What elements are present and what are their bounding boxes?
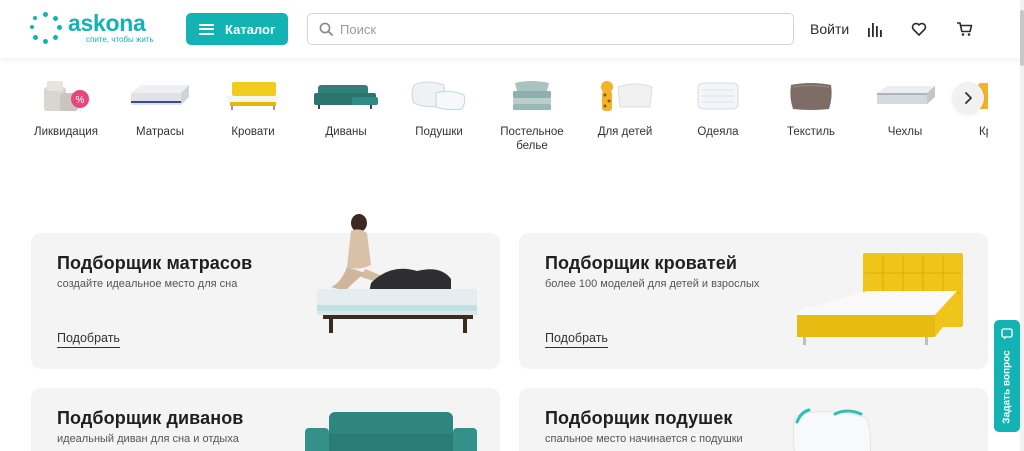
liquidation-icon: % — [44, 81, 89, 111]
category-label: Одеяла — [697, 126, 739, 138]
card-title: Подборщик матрасов — [57, 253, 253, 273]
menu-icon — [199, 23, 214, 35]
yellow-bed-image — [797, 253, 963, 345]
textile-icon — [790, 83, 832, 110]
category-item-textile[interactable]: Текстиль — [766, 76, 856, 139]
login-link[interactable]: Войти — [810, 21, 849, 37]
card-subtitle: спальное место начинается с подушки — [545, 433, 743, 445]
category-label: Подушки — [415, 126, 463, 138]
category-item-pillows[interactable]: Подушки — [394, 76, 484, 139]
sofa-icon — [314, 85, 378, 109]
blanket-icon — [697, 82, 739, 110]
category-label: Кровати — [231, 126, 275, 138]
catalog-button-label: Каталог — [225, 21, 276, 37]
chat-icon — [1001, 328, 1013, 340]
site-header: askona спите, чтобы жить Каталог Войти — [0, 0, 1020, 58]
ask-question-tab[interactable]: Задать вопрос — [994, 320, 1020, 432]
category-item-mattresses[interactable]: Матрасы — [115, 76, 205, 139]
sofa-selector-card[interactable]: Подборщик диванов идеальный диван для сн… — [31, 388, 500, 451]
pillow-icon — [411, 81, 466, 111]
compare-icon[interactable] — [864, 18, 886, 40]
category-label: Для детей — [597, 126, 653, 138]
bedding-icon — [513, 81, 551, 110]
card-title: Подборщик подушек — [545, 408, 733, 428]
category-strip: % Ликвидация Матрасы Кровати Диваны Поду… — [0, 66, 988, 166]
chevron-right-icon — [965, 92, 972, 104]
category-label: Чехлы — [887, 126, 923, 138]
ortho-pillow-image — [792, 408, 872, 451]
search-bar — [307, 13, 794, 45]
bed-selector-card[interactable]: Подборщик кроватей более 100 моделей для… — [519, 233, 988, 369]
pillow-selector-card[interactable]: Подборщик подушек спальное место начинае… — [519, 388, 988, 451]
category-label: Ликвидация — [34, 126, 98, 138]
logo-dots-icon — [30, 12, 62, 44]
category-item-kids[interactable]: Для детей — [580, 76, 670, 139]
category-label: Текстиль — [786, 126, 836, 138]
catalog-button[interactable]: Каталог — [186, 13, 288, 45]
category-label: Постельное белье — [500, 126, 564, 152]
cart-icon[interactable] — [953, 18, 975, 40]
mattress-woman-image — [317, 214, 477, 333]
page-scrollbar[interactable] — [1020, 0, 1024, 451]
category-item-liquidation[interactable]: % Ликвидация — [21, 76, 111, 139]
search-icon — [319, 22, 333, 36]
card-title: Подборщик кроватей — [545, 253, 738, 273]
card-subtitle: более 100 моделей для детей и взрослых — [545, 278, 760, 290]
card-subtitle: идеальный диван для сна и отдыха — [57, 433, 239, 445]
ask-question-label: Задать вопрос — [1001, 350, 1013, 424]
category-label: Кр — [979, 126, 988, 138]
svg-text:%: % — [76, 95, 85, 106]
category-item-sofas[interactable]: Диваны — [301, 76, 391, 139]
kids-icon — [601, 81, 653, 111]
category-item-bedding[interactable]: Постельное белье — [487, 76, 577, 153]
logo-slogan: спите, чтобы жить — [86, 35, 154, 44]
category-item-beds[interactable]: Кровати — [208, 76, 298, 139]
category-next-button[interactable] — [952, 82, 984, 114]
search-input[interactable] — [340, 21, 780, 37]
category-item-covers[interactable]: Чехлы — [860, 76, 950, 139]
category-label: Диваны — [325, 126, 367, 138]
mattress-selector-card[interactable]: Подборщик матрасов создайте идеальное ме… — [31, 214, 500, 369]
heart-icon[interactable] — [908, 18, 930, 40]
card-subtitle: создайте идеальное место для сна — [57, 278, 238, 290]
mattress-icon — [131, 85, 189, 105]
teal-sofa-image — [305, 412, 477, 451]
card-title: Подборщик диванов — [57, 408, 244, 428]
category-label: Матрасы — [136, 126, 184, 138]
logo[interactable]: askona спите, чтобы жить — [30, 12, 154, 44]
card-select-link[interactable]: Подобрать — [545, 331, 608, 348]
category-item-blankets[interactable]: Одеяла — [673, 76, 763, 139]
card-select-link[interactable]: Подобрать — [57, 331, 120, 348]
logo-wordmark: askona — [68, 10, 146, 36]
bed-icon — [226, 82, 280, 110]
cover-icon — [877, 86, 935, 104]
